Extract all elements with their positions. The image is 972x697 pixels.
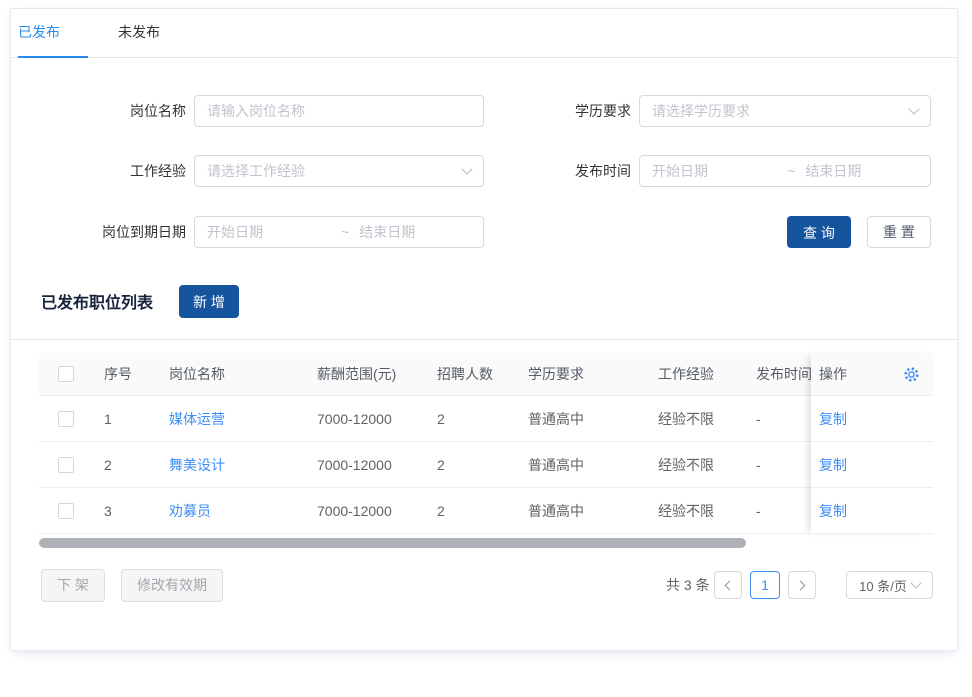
cell-no: 2 (92, 442, 157, 487)
row-checkbox[interactable] (58, 411, 74, 427)
column-name: 岗位名称 (157, 353, 305, 395)
section-divider (11, 339, 957, 340)
add-button[interactable]: 新 增 (179, 285, 239, 318)
row-checkbox[interactable] (58, 503, 74, 519)
cell-salary: 7000-12000 (305, 442, 425, 487)
cell-experience: 经验不限 (646, 442, 744, 487)
filter-expire-date: 岗位到期日期 开始日期 ~ 结束日期 (11, 216, 486, 248)
publish-time-label: 发布时间 (441, 155, 631, 187)
filter-education: 学历要求 请选择学历要求 (11, 95, 959, 127)
cell-count: 2 (425, 442, 516, 487)
expire-date-end-placeholder: 结束日期 (359, 222, 471, 242)
cell-education: 普通高中 (516, 442, 646, 487)
select-all-cell (39, 353, 92, 395)
pagination-total: 共 3 条 (666, 571, 710, 599)
filter-publish-time: 发布时间 开始日期 ~ 结束日期 (11, 155, 959, 187)
tab-unpublished-label: 未发布 (118, 24, 160, 40)
prev-page-button[interactable] (714, 571, 742, 599)
tab-unpublished[interactable]: 未发布 (118, 9, 188, 58)
education-select-placeholder: 请选择学历要求 (652, 101, 750, 121)
job-table: 序号 岗位名称 薪酬范围(元) 招聘人数 学历要求 工作经验 发布时间 1 媒体… (39, 353, 933, 534)
date-range-separator: ~ (341, 224, 359, 240)
search-button[interactable]: 查 询 (787, 216, 851, 248)
chevron-down-icon (910, 577, 921, 588)
copy-link[interactable]: 复制 (819, 409, 847, 429)
fixed-action-column: 操作 复制 复制 复制 (811, 353, 933, 534)
expire-date-range-picker[interactable]: 开始日期 ~ 结束日期 (194, 216, 484, 248)
horizontal-scrollbar (39, 538, 933, 548)
cell-salary: 7000-12000 (305, 488, 425, 533)
job-name-link[interactable]: 舞美设计 (169, 455, 225, 475)
reset-button[interactable]: 重 置 (867, 216, 931, 248)
job-name-link[interactable]: 劝募员 (169, 501, 211, 521)
cell-count: 2 (425, 396, 516, 441)
copy-link[interactable]: 复制 (819, 455, 847, 475)
table-row: 3 劝募员 7000-12000 2 普通高中 经验不限 - (39, 488, 933, 534)
publish-time-range-picker[interactable]: 开始日期 ~ 结束日期 (639, 155, 931, 187)
column-education: 学历要求 (516, 353, 646, 395)
table-row: 1 媒体运营 7000-12000 2 普通高中 经验不限 - (39, 396, 933, 442)
job-management-panel: 已发布 未发布 岗位名称 学历要求 请选择学历要求 工作经验 请选择工作经验 (10, 8, 958, 651)
column-salary: 薪酬范围(元) (305, 353, 425, 395)
publish-time-end-placeholder: 结束日期 (805, 161, 918, 181)
cell-count: 2 (425, 488, 516, 533)
table-header-row: 序号 岗位名称 薪酬范围(元) 招聘人数 学历要求 工作经验 发布时间 (39, 353, 933, 396)
chevron-right-icon (796, 580, 806, 590)
table-row: 2 舞美设计 7000-12000 2 普通高中 经验不限 - (39, 442, 933, 488)
select-all-checkbox[interactable] (58, 366, 74, 382)
cell-experience: 经验不限 (646, 396, 744, 441)
cell-salary: 7000-12000 (305, 396, 425, 441)
modify-validity-button[interactable]: 修改有效期 (121, 569, 223, 602)
copy-link[interactable]: 复制 (819, 501, 847, 521)
education-select[interactable]: 请选择学历要求 (639, 95, 931, 127)
tab-bar: 已发布 未发布 (11, 9, 957, 58)
page-number-button[interactable]: 1 (750, 571, 780, 599)
column-action: 操作 (819, 364, 847, 384)
cell-no: 3 (92, 488, 157, 533)
expire-date-label: 岗位到期日期 (11, 216, 186, 248)
page-size-value: 10 条/页 (859, 576, 907, 595)
cell-education: 普通高中 (516, 488, 646, 533)
page-size-select[interactable]: 10 条/页 (846, 571, 933, 599)
cell-education: 普通高中 (516, 396, 646, 441)
column-experience: 工作经验 (646, 353, 744, 395)
education-label: 学历要求 (441, 95, 631, 127)
gear-icon[interactable] (903, 366, 920, 383)
row-checkbox[interactable] (58, 457, 74, 473)
cell-experience: 经验不限 (646, 488, 744, 533)
list-section-title: 已发布职位列表 (41, 287, 153, 320)
expire-date-start-placeholder: 开始日期 (207, 222, 341, 242)
tab-published[interactable]: 已发布 (18, 9, 88, 58)
chevron-left-icon (725, 580, 735, 590)
page-background: 已发布 未发布 岗位名称 学历要求 请选择学历要求 工作经验 请选择工作经验 (0, 0, 972, 697)
scrollbar-thumb[interactable] (39, 538, 746, 548)
job-name-link[interactable]: 媒体运营 (169, 409, 225, 429)
next-page-button[interactable] (788, 571, 816, 599)
cell-no: 1 (92, 396, 157, 441)
tab-published-label: 已发布 (18, 24, 60, 40)
column-count: 招聘人数 (425, 353, 516, 395)
column-no: 序号 (92, 353, 157, 395)
chevron-down-icon (908, 103, 919, 114)
offline-button[interactable]: 下 架 (41, 569, 105, 602)
date-range-separator: ~ (787, 163, 805, 179)
publish-time-start-placeholder: 开始日期 (652, 161, 787, 181)
